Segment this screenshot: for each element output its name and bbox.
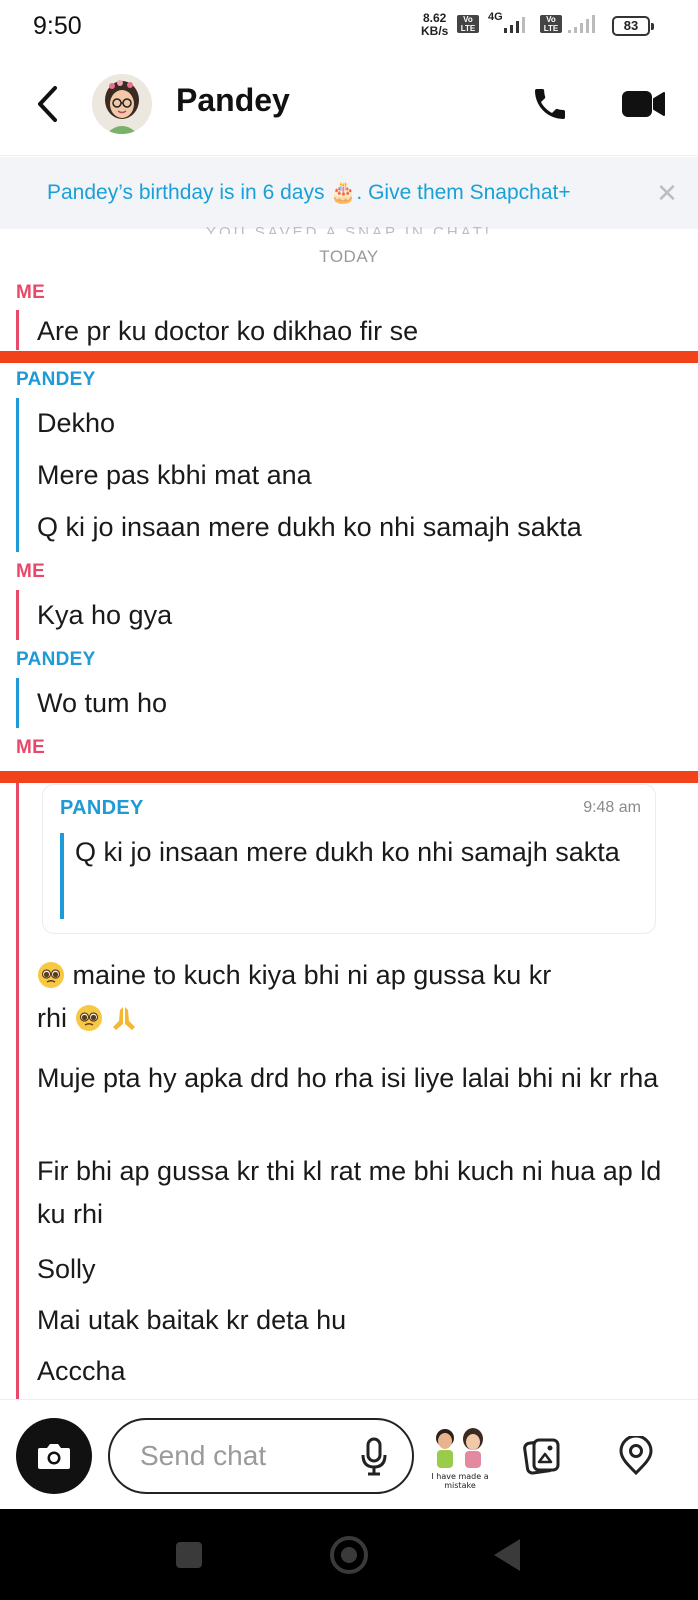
sender-label-pandey: PANDEY <box>16 649 96 670</box>
bitmoji-sticker-button[interactable]: I have made a mistake <box>427 1426 493 1490</box>
battery-icon: 83 <box>612 16 654 36</box>
chat-composer: I have made a mistake <box>0 1399 698 1509</box>
bitmoji-avatar-icon <box>92 74 152 134</box>
network-type: 4G <box>488 11 503 23</box>
contact-name[interactable]: Pandey <box>176 82 290 119</box>
message-bar <box>16 398 19 552</box>
folded-hands-icon <box>113 1007 136 1030</box>
message-text-part: rhi <box>37 1003 68 1033</box>
quoted-text: Q ki jo insaan mere dukh ko nhi samajh s… <box>75 837 620 867</box>
message-text[interactable]: Kya ho gya <box>37 600 172 631</box>
back-icon <box>38 86 57 122</box>
volte-icon-2: Vo LTE <box>540 15 562 33</box>
highlight-line <box>0 351 698 363</box>
sender-label-me: ME <box>16 561 46 582</box>
network-speed: 8.62 KB/s <box>421 12 448 38</box>
chat-header: Pandey <box>0 52 698 156</box>
message-text[interactable]: Fir bhi ap gussa kr thi kl rat me bhi ku… <box>37 1150 667 1236</box>
location-icon <box>619 1436 653 1476</box>
message-text[interactable]: Muje pta hy apka drd ho rha isi liye lal… <box>37 1057 667 1100</box>
location-button[interactable] <box>614 1434 658 1478</box>
message-bar <box>16 590 19 640</box>
camera-icon <box>38 1444 70 1469</box>
signal-icon <box>504 17 525 33</box>
quoted-sender: PANDEY <box>60 797 144 819</box>
mic-icon <box>361 1437 387 1476</box>
day-label: TODAY <box>319 247 379 266</box>
saved-snap-notice: YOU SAVED A SNAP IN CHAT! <box>206 224 492 234</box>
phone-icon <box>535 89 565 119</box>
back-nav-icon[interactable] <box>494 1539 520 1571</box>
sender-label-me: ME <box>16 737 46 758</box>
message-text[interactable]: Dekho <box>37 408 115 439</box>
birthday-banner-text[interactable]: Pandey’s birthday is in 6 days 🎂. Give t… <box>47 181 571 205</box>
status-time: 9:50 <box>33 12 82 40</box>
gallery-icon <box>523 1438 560 1475</box>
message-bar <box>16 678 19 728</box>
volte-icon: Vo LTE <box>457 15 479 33</box>
quoted-bar <box>60 833 64 919</box>
message-bar <box>16 310 19 350</box>
status-bar: 9:50 8.62 KB/s Vo LTE 4G Vo LTE 83 <box>0 0 698 52</box>
sender-label-me: ME <box>16 282 46 303</box>
sender-label-pandey: PANDEY <box>16 369 96 390</box>
back-button[interactable] <box>30 80 66 128</box>
message-text[interactable]: Acccha <box>37 1356 126 1387</box>
camera-button[interactable] <box>16 1418 92 1494</box>
close-icon[interactable]: ✕ <box>652 175 682 211</box>
message-text-part: maine to kuch kiya bhi ni ap gussa ku kr <box>72 960 552 990</box>
quoted-reply[interactable]: PANDEY 9:48 am Q ki jo insaan mere dukh … <box>42 784 656 934</box>
bitmoji-caption: I have made a mistake <box>431 1472 489 1490</box>
message-text[interactable]: Wo tum ho <box>37 688 167 719</box>
voice-call-button[interactable] <box>526 80 574 128</box>
pleading-face-icon <box>75 1005 102 1031</box>
pleading-face-icon <box>38 962 64 988</box>
message-text[interactable]: maine to kuch kiya bhi ni ap gussa ku kr… <box>37 954 667 1040</box>
message-text[interactable]: Q ki jo insaan mere dukh ko nhi samajh s… <box>37 512 582 543</box>
highlight-line <box>0 771 698 783</box>
message-text[interactable]: Mere pas kbhi mat ana <box>37 460 312 491</box>
bitmoji-sticker-icon <box>436 1428 483 1468</box>
recents-icon[interactable] <box>176 1542 202 1568</box>
system-nav-bar <box>0 1509 698 1600</box>
avatar[interactable] <box>92 74 152 134</box>
video-call-button[interactable] <box>618 80 668 128</box>
home-icon[interactable] <box>330 1536 368 1574</box>
message-bar <box>16 783 19 1399</box>
message-text[interactable]: Mai utak baitak kr deta hu <box>37 1305 346 1336</box>
message-text[interactable]: Solly <box>37 1254 96 1285</box>
signal-icon-2 <box>568 15 595 33</box>
quoted-timestamp: 9:48 am <box>583 799 641 816</box>
birthday-banner[interactable]: Pandey’s birthday is in 6 days 🎂. Give t… <box>0 157 698 229</box>
network-speed-unit: KB/s <box>421 24 449 38</box>
video-icon <box>622 91 665 117</box>
memories-button[interactable] <box>520 1434 564 1478</box>
microphone-button[interactable] <box>354 1436 394 1478</box>
message-text[interactable]: Are pr ku doctor ko dikhao fir se <box>37 316 418 347</box>
